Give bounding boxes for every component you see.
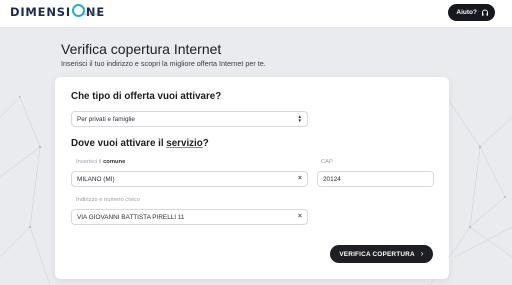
- help-button[interactable]: Aiuto?: [448, 4, 495, 21]
- logo[interactable]: DIMENSI NE: [10, 4, 105, 20]
- clear-comune-icon[interactable]: ×: [298, 175, 302, 183]
- page-subtitle: Inserisci il tuo indirizzo e scopri la m…: [61, 59, 266, 68]
- offer-type-value: Per privati e famiglie: [77, 115, 135, 123]
- servizio-link[interactable]: servizio: [166, 138, 203, 149]
- where-question: Dove vuoi attivare il servizio?: [71, 138, 209, 149]
- page-title: Verifica copertura Internet: [61, 41, 222, 57]
- select-arrows-icon: ▲ ▼: [297, 114, 302, 123]
- logo-subtext: Connessioni: [83, 13, 97, 16]
- offer-question: Che tipo di offerta vuoi attivare?: [71, 91, 222, 102]
- comune-value: MILANO (MI): [77, 175, 115, 183]
- comune-field[interactable]: MILANO (MI) ×: [71, 171, 308, 187]
- clear-address-icon[interactable]: ×: [298, 213, 302, 221]
- cap-field[interactable]: 20124: [317, 171, 434, 187]
- cap-value: 20124: [323, 175, 341, 183]
- coverage-form-card: Che tipo di offerta vuoi attivare? Per p…: [55, 77, 449, 279]
- cap-label: CAP: [321, 159, 333, 165]
- comune-label: Inserisci il comune: [76, 159, 126, 165]
- help-label: Aiuto?: [456, 9, 477, 16]
- top-header: DIMENSI NE Connessioni Aiuto?: [0, 0, 512, 28]
- verify-coverage-label: VERIFICA COPERTURA: [339, 250, 415, 258]
- address-label: Indirizzo e numero civico: [76, 197, 140, 203]
- chevron-right-icon: ›: [420, 249, 424, 258]
- address-field[interactable]: VIA GIOVANNI BATTISTA PIRELLI 11 ×: [71, 209, 308, 225]
- verify-coverage-button[interactable]: VERIFICA COPERTURA ›: [330, 245, 433, 263]
- headset-icon: [482, 9, 488, 16]
- offer-type-select[interactable]: Per privati e famiglie ▲ ▼: [71, 111, 308, 127]
- address-value: VIA GIOVANNI BATTISTA PIRELLI 11: [77, 213, 185, 221]
